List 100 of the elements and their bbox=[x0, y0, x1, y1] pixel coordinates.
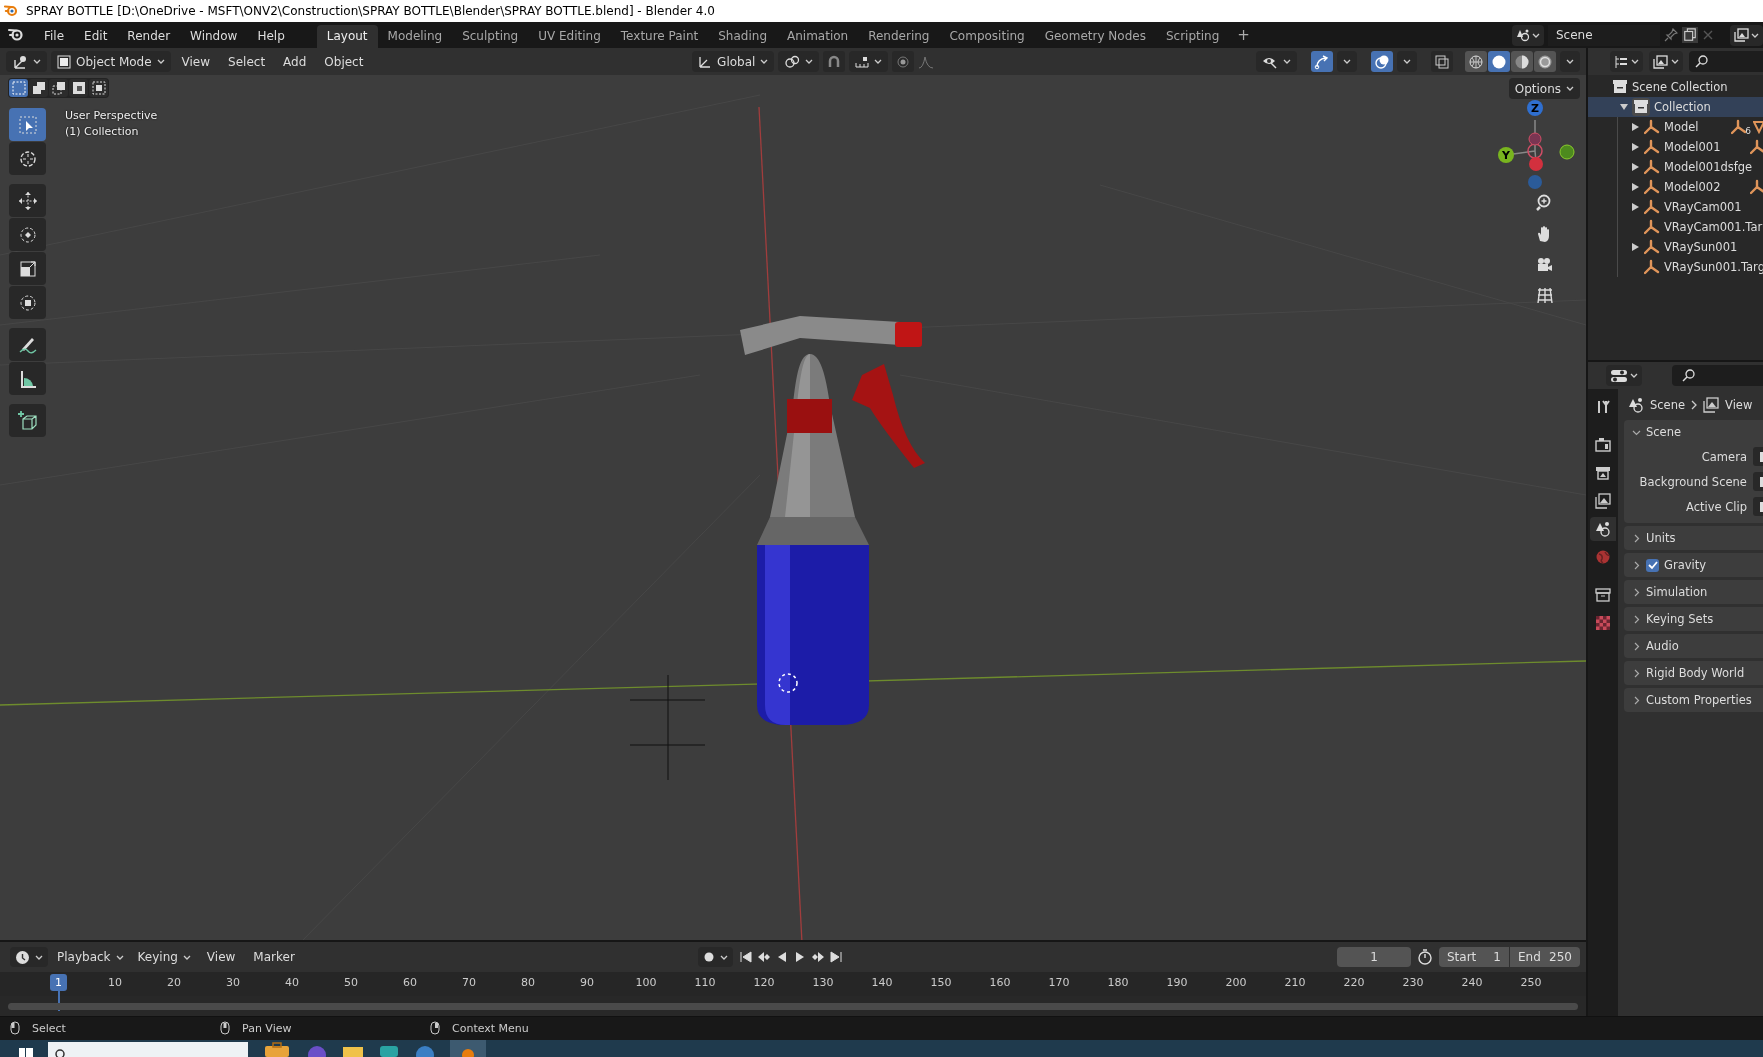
menu-item[interactable]: Object bbox=[317, 54, 371, 69]
menu-dropdown[interactable]: Keying bbox=[132, 947, 196, 967]
panel-header[interactable]: Audio bbox=[1624, 634, 1763, 658]
menu-item[interactable]: View bbox=[199, 950, 243, 964]
menu-item[interactable]: Render bbox=[117, 29, 181, 48]
workspace-tab[interactable]: Sculpting bbox=[452, 25, 529, 48]
workspace-tab[interactable]: Compositing bbox=[939, 25, 1035, 48]
workspace-tab[interactable]: Animation bbox=[777, 25, 859, 48]
options-dropdown[interactable]: Options bbox=[1508, 78, 1580, 99]
jump-start-icon[interactable] bbox=[739, 950, 753, 964]
breadcrumb-item[interactable]: View bbox=[1725, 398, 1753, 412]
menu-item[interactable]: Marker bbox=[246, 950, 302, 964]
panel-header[interactable]: Simulation bbox=[1624, 580, 1763, 604]
tool-button[interactable] bbox=[9, 184, 46, 217]
collapsed-triangle-icon[interactable] bbox=[1631, 183, 1639, 191]
workspace-tab[interactable]: UV Editing bbox=[528, 25, 611, 48]
menu-item[interactable]: View bbox=[174, 54, 218, 69]
checkbox[interactable] bbox=[1646, 558, 1659, 572]
outliner-item[interactable]: Model bbox=[1664, 120, 1699, 134]
panel-header[interactable]: Custom Properties bbox=[1624, 688, 1763, 712]
frame-range-field[interactable]: Start 1 bbox=[1439, 947, 1509, 967]
scene-name-field[interactable]: Scene bbox=[1548, 24, 1660, 46]
outliner-item[interactable]: VRayCam001 bbox=[1664, 200, 1742, 214]
tool-button[interactable] bbox=[9, 328, 46, 361]
collapsed-triangle-icon[interactable] bbox=[1631, 123, 1639, 131]
workspace-tab[interactable]: Layout bbox=[316, 25, 378, 48]
pin-icon[interactable] bbox=[1664, 28, 1678, 42]
search-field[interactable] bbox=[1672, 365, 1763, 386]
visibility-dropdown[interactable] bbox=[1256, 51, 1297, 72]
proportional-edit-toggle[interactable] bbox=[892, 51, 915, 72]
overlay-dropdown[interactable] bbox=[1397, 51, 1417, 72]
search-field[interactable] bbox=[1689, 51, 1763, 72]
gizmo-dropdown[interactable] bbox=[1337, 51, 1357, 72]
blender-app-icon[interactable] bbox=[450, 1040, 486, 1057]
workspace-tab[interactable]: Texture Paint bbox=[610, 25, 709, 48]
briefcase-icon[interactable] bbox=[262, 1040, 292, 1057]
outliner-item[interactable]: Scene Collection bbox=[1632, 80, 1728, 94]
shading-button[interactable] bbox=[1511, 51, 1533, 72]
scrollbar[interactable] bbox=[8, 1002, 1578, 1010]
editor-type-button[interactable] bbox=[1606, 365, 1642, 386]
display-mode-dropdown[interactable] bbox=[1610, 51, 1643, 72]
navigation-gizmo[interactable]: Z Y bbox=[1480, 97, 1580, 197]
menu-item[interactable]: Help bbox=[247, 29, 295, 48]
field-box[interactable] bbox=[1752, 497, 1763, 516]
mode-dropdown[interactable]: Object Mode bbox=[51, 51, 171, 72]
playhead-marker[interactable]: 1 bbox=[50, 974, 67, 991]
menu-item[interactable]: Edit bbox=[74, 29, 118, 48]
scene-type-button[interactable] bbox=[1512, 24, 1544, 46]
workspace-tab[interactable]: Shading bbox=[708, 25, 777, 48]
outliner-item[interactable]: VRaySun001 bbox=[1664, 240, 1738, 254]
search-bar[interactable] bbox=[48, 1040, 248, 1057]
collapsed-triangle-icon[interactable] bbox=[1631, 163, 1639, 171]
field-box[interactable] bbox=[1752, 447, 1763, 466]
xray-toggle[interactable] bbox=[1431, 51, 1453, 72]
shading-button[interactable] bbox=[1488, 51, 1510, 72]
orientation-dropdown[interactable]: Global bbox=[692, 51, 775, 72]
add-workspace-button[interactable]: + bbox=[1229, 28, 1258, 48]
snap-target-dropdown[interactable] bbox=[849, 51, 889, 72]
view-layer-button[interactable] bbox=[1730, 24, 1763, 46]
stopwatch-icon[interactable] bbox=[1417, 949, 1433, 965]
frame-range-field[interactable]: End 250 bbox=[1510, 947, 1580, 967]
outliner-item[interactable]: VRayCam001.Tar bbox=[1664, 220, 1763, 234]
select-mode-button[interactable] bbox=[69, 79, 88, 97]
menu-dropdown[interactable]: Playback bbox=[52, 947, 129, 967]
breadcrumb-item[interactable]: Scene bbox=[1650, 398, 1686, 412]
previous-keyframe-icon[interactable] bbox=[757, 950, 771, 964]
panel-header[interactable]: Keying Sets bbox=[1624, 607, 1763, 631]
tool-button[interactable] bbox=[9, 362, 46, 395]
editor-type-button[interactable] bbox=[10, 947, 48, 967]
tool-button[interactable] bbox=[9, 404, 46, 437]
tool-button[interactable] bbox=[9, 286, 46, 319]
menu-item[interactable]: Add bbox=[276, 54, 314, 69]
next-keyframe-icon[interactable] bbox=[811, 950, 825, 964]
grid-icon[interactable] bbox=[1534, 285, 1554, 305]
current-frame-field[interactable]: 1 bbox=[1337, 947, 1411, 967]
shading-button[interactable] bbox=[1465, 51, 1487, 72]
autokey-button[interactable] bbox=[698, 947, 733, 967]
filter-dropdown[interactable] bbox=[1649, 51, 1683, 72]
gizmo-toggle[interactable] bbox=[1311, 51, 1333, 72]
workspace-tab[interactable]: Rendering bbox=[858, 25, 940, 48]
falloff-curve-icon[interactable] bbox=[918, 54, 935, 69]
field-box[interactable] bbox=[1752, 472, 1763, 491]
select-mode-button[interactable] bbox=[49, 79, 68, 97]
duplicate-icon[interactable] bbox=[1682, 27, 1698, 43]
outliner-item[interactable]: Model001 bbox=[1664, 140, 1721, 154]
panel-header[interactable]: Rigid Body World bbox=[1624, 661, 1763, 685]
collapsed-triangle-icon[interactable] bbox=[1631, 203, 1639, 211]
panel-header[interactable]: Gravity bbox=[1624, 553, 1763, 577]
menu-item[interactable]: File bbox=[34, 29, 75, 48]
workspace-tab[interactable]: Modeling bbox=[377, 25, 453, 48]
menu-item[interactable]: Select bbox=[221, 54, 273, 69]
tool-button[interactable] bbox=[9, 142, 46, 175]
expanded-triangle-icon[interactable] bbox=[1620, 103, 1628, 111]
collapsed-triangle-icon[interactable] bbox=[1631, 143, 1639, 151]
collapsed-triangle-icon[interactable] bbox=[1631, 243, 1639, 251]
tool-button[interactable] bbox=[9, 252, 46, 285]
shading-button[interactable] bbox=[1534, 51, 1556, 72]
close-icon[interactable] bbox=[1702, 29, 1714, 41]
panel-header[interactable]: Scene bbox=[1624, 420, 1763, 444]
outliner-item[interactable]: Model002 bbox=[1664, 180, 1721, 194]
